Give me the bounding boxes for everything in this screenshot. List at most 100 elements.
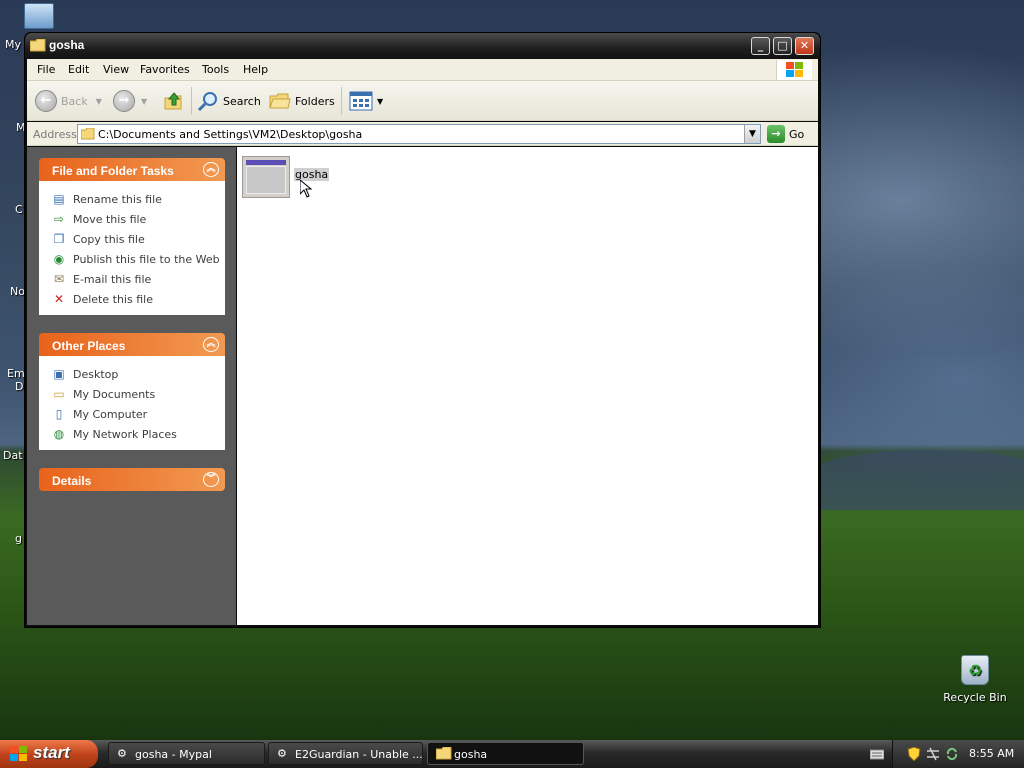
desktop-icon-label-c[interactable]: C [15, 203, 23, 216]
address-value: C:\Documents and Settings\VM2\Desktop\go… [98, 128, 363, 141]
expand-chevron-icon[interactable]: ︾ [203, 472, 219, 487]
desktop-hill [800, 450, 1024, 510]
go-button[interactable]: → Go [767, 125, 804, 143]
desktop-icon-label-no[interactable]: No [10, 285, 25, 298]
task-email[interactable]: ✉ E-mail this file [51, 269, 225, 289]
delete-icon: ✕ [53, 292, 65, 306]
menu-favorites[interactable]: Favorites [140, 63, 190, 76]
application-window-icon [242, 156, 290, 198]
email-icon: ✉ [53, 272, 65, 286]
search-icon [197, 92, 217, 112]
computer-icon: ▯ [55, 407, 63, 421]
go-arrow-icon: → [767, 125, 785, 143]
keyboard-icon[interactable] [870, 748, 884, 760]
search-label: Search [223, 94, 261, 108]
toolbar-separator [341, 87, 342, 115]
task-label: Rename this file [73, 192, 162, 206]
task-move[interactable]: ⇨ Move this file [51, 209, 225, 229]
other-places-header[interactable]: Other Places ︽ [39, 333, 225, 356]
address-field[interactable]: C:\Documents and Settings\VM2\Desktop\go… [77, 124, 761, 144]
toolbar: ← Back ▼ → ▼ Search Folders ▼ [27, 81, 818, 121]
desktop-icon: ▣ [53, 367, 65, 381]
address-dropdown-icon[interactable]: ▼ [744, 125, 760, 143]
back-dropdown-icon: ▼ [95, 96, 102, 106]
recycle-bin-icon [961, 655, 989, 685]
file-folder-tasks-body: ▤ Rename this file ⇨ Move this file ❐ Co… [39, 181, 225, 315]
place-my-computer[interactable]: ▯ My Computer [51, 404, 225, 424]
views-dropdown-icon: ▼ [377, 96, 384, 106]
minimize-button[interactable]: _ [751, 37, 770, 55]
maximize-button[interactable]: □ [773, 37, 792, 55]
desktop-icon-label-dat[interactable]: Dat [3, 449, 23, 462]
forward-button[interactable]: → ▼ [113, 89, 147, 113]
views-button[interactable]: ▼ [349, 89, 383, 113]
forward-arrow-icon: → [113, 90, 135, 112]
collapse-chevron-icon[interactable]: ︽ [203, 337, 219, 352]
search-button[interactable]: Search [197, 89, 261, 113]
explorer-window: gosha _ □ ✕ File Edit View Favorites Too… [24, 32, 821, 628]
desktop-icon-label-em[interactable]: Em [7, 367, 25, 380]
place-label: My Computer [73, 407, 148, 421]
back-button[interactable]: ← Back ▼ [35, 89, 102, 113]
task-copy[interactable]: ❐ Copy this file [51, 229, 225, 249]
place-desktop[interactable]: ▣ Desktop [51, 364, 225, 384]
network-icon: ◍ [53, 427, 65, 441]
up-folder-icon [164, 92, 182, 110]
window-title: gosha [49, 38, 85, 52]
task-label: Move this file [73, 212, 147, 226]
menu-tools[interactable]: Tools [202, 63, 229, 76]
taskbar-item-e2guardian[interactable]: ⚙ E2Guardian - Unable ... [268, 742, 423, 765]
security-shield-icon[interactable] [907, 747, 921, 761]
place-label: My Network Places [73, 427, 177, 441]
task-label: Publish this file to the Web [73, 252, 220, 266]
toolbar-separator [191, 87, 192, 115]
menu-file[interactable]: File [37, 63, 55, 76]
panel-title: Other Places [52, 339, 126, 353]
recycle-bin-label: Recycle Bin [943, 691, 1007, 704]
task-label: Copy this file [73, 232, 145, 246]
desktop-icon-label-g[interactable]: g [15, 532, 22, 545]
place-my-documents[interactable]: ▭ My Documents [51, 384, 225, 404]
file-folder-tasks-header[interactable]: File and Folder Tasks ︽ [39, 158, 225, 181]
file-folder-tasks-panel: File and Folder Tasks ︽ ▤ Rename this fi… [39, 158, 225, 315]
place-network[interactable]: ◍ My Network Places [51, 424, 225, 444]
start-label: start [33, 743, 70, 762]
clock[interactable]: 8:55 AM [969, 747, 1014, 760]
menu-edit[interactable]: Edit [68, 63, 89, 76]
up-folder-button[interactable] [163, 89, 185, 113]
panel-title: Details [52, 474, 92, 488]
back-label: Back [61, 94, 88, 108]
other-places-body: ▣ Desktop ▭ My Documents ▯ My Computer ◍… [39, 356, 225, 450]
file-list-area[interactable]: gosha [237, 147, 818, 625]
task-pane: File and Folder Tasks ︽ ▤ Rename this fi… [27, 147, 236, 625]
desktop-icon-label-my[interactable]: My [5, 38, 21, 51]
menu-view[interactable]: View [103, 63, 129, 76]
recycle-bin[interactable]: Recycle Bin [940, 655, 1010, 704]
menu-help[interactable]: Help [243, 63, 268, 76]
folders-label: Folders [295, 94, 335, 108]
taskbar-item-mypal[interactable]: ⚙ gosha - Mypal [108, 742, 265, 765]
close-button[interactable]: ✕ [795, 37, 814, 55]
place-label: My Documents [73, 387, 156, 401]
details-panel: Details ︾ [39, 468, 225, 491]
desktop-icon-label-d[interactable]: D [15, 380, 23, 393]
rename-icon: ▤ [53, 192, 65, 206]
taskbar-item-gosha[interactable]: gosha [427, 742, 584, 765]
task-publish[interactable]: ◉ Publish this file to the Web [51, 249, 225, 269]
title-bar[interactable]: gosha _ □ ✕ [25, 33, 820, 59]
sync-icon[interactable] [945, 747, 959, 761]
details-header[interactable]: Details ︾ [39, 468, 225, 491]
windows-flag-icon [10, 746, 27, 761]
collapse-chevron-icon[interactable]: ︽ [203, 162, 219, 177]
copy-icon: ❐ [53, 232, 65, 246]
start-button[interactable]: start [0, 740, 98, 768]
folders-icon [269, 93, 291, 109]
network-icon[interactable] [926, 747, 940, 761]
forward-dropdown-icon: ▼ [141, 96, 148, 106]
folders-button[interactable]: Folders [269, 89, 335, 113]
my-computer-icon[interactable] [24, 3, 54, 29]
system-tray: 8:55 AM [892, 740, 1024, 768]
task-delete[interactable]: ✕ Delete this file [51, 289, 225, 309]
task-rename[interactable]: ▤ Rename this file [51, 189, 225, 209]
menu-bar: File Edit View Favorites Tools Help [27, 59, 818, 81]
